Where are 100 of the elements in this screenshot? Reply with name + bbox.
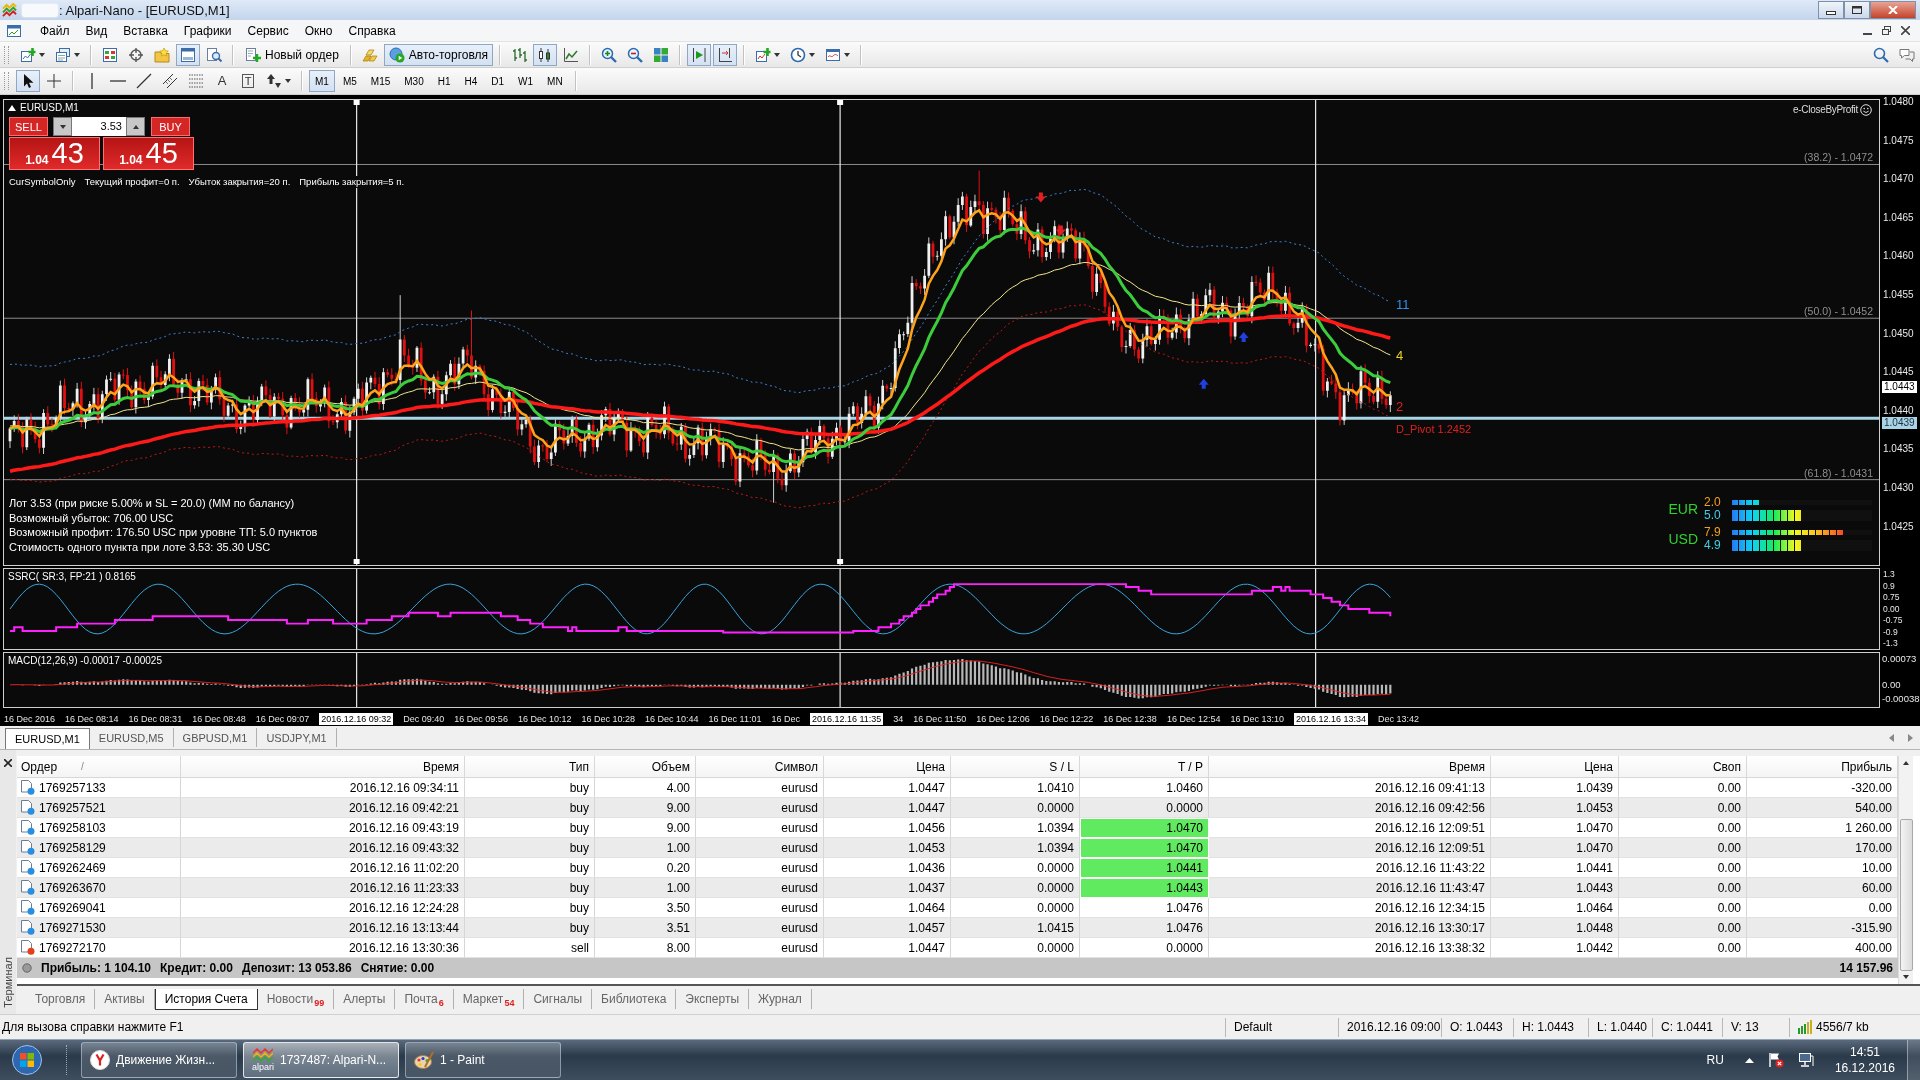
crosshair-circle-icon[interactable] — [128, 46, 144, 63]
stacked-windows-icon[interactable] — [55, 46, 71, 63]
column-header[interactable]: Цена — [824, 756, 951, 777]
speech-bubbles-icon[interactable] — [1899, 46, 1915, 63]
window-plus-icon[interactable] — [755, 46, 772, 63]
menu-item[interactable]: Вставка — [115, 23, 176, 38]
zoom-out-icon[interactable] — [627, 46, 644, 63]
price-label: 1.0475 — [1883, 134, 1914, 147]
auto-trading-button[interactable]: Авто-торговля — [383, 43, 494, 66]
timeframe-button[interactable]: M5 — [336, 70, 363, 92]
menu-item[interactable]: Окно — [296, 23, 341, 38]
panel-tab[interactable]: Библиотека — [592, 989, 677, 1009]
caret-icon[interactable] — [39, 52, 45, 57]
timeframe-button[interactable]: H4 — [458, 70, 484, 92]
column-header[interactable]: Время — [181, 756, 465, 777]
clock-icon[interactable] — [790, 46, 807, 63]
label-tool-button[interactable]: T — [236, 70, 260, 92]
cursor-tool-button[interactable] — [16, 70, 40, 92]
chart-plus-icon[interactable] — [20, 46, 36, 63]
grid-window-icon[interactable] — [102, 46, 118, 63]
column-header[interactable]: Время — [1209, 756, 1491, 777]
column-header[interactable]: Тип — [465, 756, 595, 777]
template-window-icon[interactable] — [825, 46, 842, 63]
minimize-button[interactable] — [1818, 1, 1844, 19]
new-order-button[interactable]: Новый ордер — [240, 43, 344, 66]
network-icon[interactable] — [1797, 1052, 1814, 1068]
panel-tab[interactable]: Активы — [95, 989, 155, 1009]
panel-tab[interactable]: Сигналы — [524, 989, 593, 1009]
caret-icon[interactable] — [809, 52, 816, 57]
column-header[interactable]: T / P — [1080, 756, 1209, 777]
tiles-icon[interactable] — [653, 46, 670, 63]
close-icon[interactable] — [1901, 26, 1910, 35]
hatched-lines-icon — [162, 73, 178, 89]
panel-tab[interactable]: Эксперты — [676, 989, 750, 1009]
time-label: 16 Dec 09:07 — [255, 713, 310, 725]
menu-item[interactable]: Сервис — [239, 23, 297, 38]
triangle-up-icon[interactable] — [1744, 1057, 1754, 1063]
star-folder-icon[interactable] — [154, 46, 170, 63]
timeframe-button[interactable]: W1 — [512, 70, 540, 92]
column-header[interactable]: Объем — [595, 756, 696, 777]
close-button[interactable] — [1870, 1, 1916, 19]
zoom-in-icon[interactable] — [601, 46, 618, 63]
column-header[interactable]: Цена — [1491, 756, 1619, 777]
chart-tab[interactable]: EURUSD,M1 — [5, 728, 90, 749]
chart-tab[interactable]: USDJPY,M1 — [257, 728, 337, 747]
column-header[interactable]: S / L — [951, 756, 1080, 777]
taskbar-button[interactable]: alpari 1737487: Alpari-N... — [243, 1042, 399, 1078]
maximize-button[interactable] — [1844, 1, 1870, 19]
close-icon[interactable] — [4, 759, 12, 767]
taskbar-button[interactable]: Движение Жизн... — [81, 1042, 237, 1078]
panel-tab[interactable]: Алерты — [334, 989, 396, 1009]
terminal-toggle-button[interactable] — [176, 43, 200, 66]
ingot-stack-icon[interactable] — [361, 46, 378, 63]
table-cell: 1.0470 — [1080, 838, 1209, 858]
panel-tab[interactable]: Торговля — [26, 989, 96, 1009]
window-icon[interactable] — [6, 22, 22, 39]
time-label: 16 Dec 11:01 — [708, 713, 762, 725]
timeframe-button[interactable]: M30 — [398, 70, 430, 92]
auto-scroll-button[interactable] — [687, 43, 712, 66]
caret-left-icon[interactable] — [1889, 734, 1894, 742]
summary-text: Кредит: 0.00 — [160, 961, 233, 975]
chart-tab[interactable]: EURUSD,M5 — [89, 728, 174, 747]
table-cell: 1769258103 — [39, 820, 106, 835]
start-orb-icon[interactable] — [12, 1045, 42, 1075]
chart-shift-button[interactable] — [713, 43, 738, 66]
menu-item[interactable]: Справка — [340, 23, 404, 38]
panel-tab[interactable]: История Счета — [154, 989, 258, 1010]
caret-icon[interactable] — [285, 79, 291, 83]
caret-icon[interactable] — [844, 52, 851, 57]
show-desktop-button[interactable] — [1907, 1040, 1920, 1080]
caret-down-icon[interactable] — [1903, 975, 1909, 979]
menu-item[interactable]: Файл — [32, 23, 78, 38]
language-indicator[interactable]: RU — [1706, 1053, 1724, 1067]
timeframe-button[interactable]: MN — [541, 70, 569, 92]
restore-icon[interactable] — [1882, 26, 1891, 35]
search-icon[interactable] — [1873, 46, 1889, 63]
time-label: 16 Dec 12:38 — [1103, 713, 1157, 725]
text-tool-button[interactable]: A — [210, 70, 234, 92]
magnifier-document-icon[interactable] — [206, 46, 222, 63]
column-header[interactable]: Символ — [696, 756, 824, 777]
timeframe-button[interactable]: D1 — [485, 70, 511, 92]
flag-error-icon[interactable] — [1767, 1052, 1784, 1068]
caret-icon[interactable] — [774, 52, 781, 57]
time-label: 16 Dec 08:48 — [192, 713, 246, 725]
caret-right-icon[interactable] — [1908, 734, 1913, 742]
panel-tab[interactable]: Журнал — [749, 989, 812, 1009]
menu-item[interactable]: Графики — [175, 23, 240, 38]
taskbar-button[interactable]: 1 - Paint — [405, 1042, 561, 1078]
column-header[interactable]: Ордер / — [17, 756, 181, 777]
timeframe-button[interactable]: M1 — [309, 70, 335, 92]
chart-tab[interactable]: GBPUSD,M1 — [173, 728, 258, 747]
caret-icon[interactable] — [74, 52, 80, 57]
caret-up-icon[interactable] — [1903, 761, 1909, 765]
column-header[interactable]: Своп — [1619, 756, 1747, 777]
vertical-scrollbar[interactable] — [1898, 756, 1913, 984]
menu-item[interactable]: Вид — [77, 23, 116, 38]
timeframe-button[interactable]: H1 — [431, 70, 457, 92]
timeframe-button[interactable]: M15 — [364, 70, 397, 92]
panel-window-icon — [180, 46, 196, 63]
chart-type-button[interactable] — [533, 43, 558, 66]
